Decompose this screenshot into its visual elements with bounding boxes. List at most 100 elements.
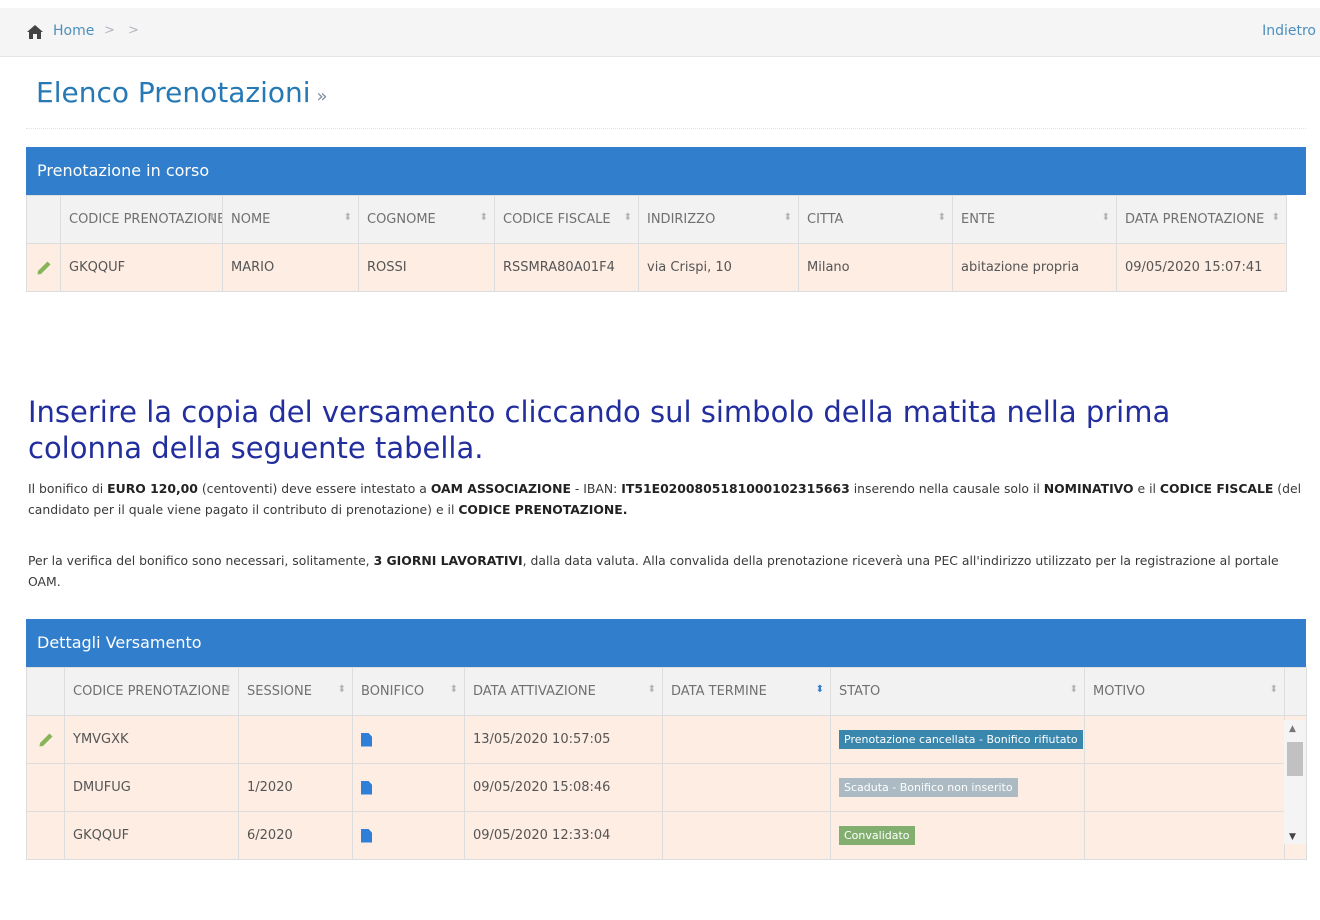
- cell-stato: Convalidato: [830, 811, 1085, 860]
- cell-motivo: [1084, 715, 1285, 764]
- cell-sessione: 6/2020: [238, 811, 353, 860]
- column-header-cognome[interactable]: COGNOME ⬍: [358, 195, 495, 244]
- table-row: GKQQUF 6/2020 09/05/2020 12:33:04 Conval…: [26, 811, 1307, 860]
- column-label: ENTE: [961, 212, 996, 227]
- edit-column-header: [26, 667, 65, 716]
- amount-text: EURO 120,00: [107, 481, 198, 496]
- cell-sessione: [238, 715, 353, 764]
- sort-icon[interactable]: ⬍: [648, 685, 656, 695]
- edit-cell: [26, 811, 65, 860]
- cell-motivo: [1084, 763, 1285, 812]
- text: - IBAN:: [570, 481, 622, 496]
- document-icon[interactable]: [361, 732, 372, 747]
- status-badge: Convalidato: [839, 826, 915, 845]
- cell-indirizzo: via Crispi, 10: [638, 243, 799, 292]
- column-label: INDIRIZZO: [647, 212, 716, 227]
- cell-citta: Milano: [798, 243, 953, 292]
- breadcrumb: Home > > Indietro: [0, 8, 1320, 57]
- table-scrollbar[interactable]: ▲ ▼: [1284, 720, 1306, 844]
- breadcrumb-home-link[interactable]: Home: [53, 23, 94, 39]
- scrollbar-thumb[interactable]: [1287, 742, 1303, 776]
- document-icon[interactable]: [361, 780, 372, 795]
- cell-data-termine: [662, 715, 831, 764]
- column-header-indirizzo[interactable]: INDIRIZZO ⬍: [638, 195, 799, 244]
- sort-icon[interactable]: ⬍: [450, 685, 458, 695]
- text: Per la verifica del bonifico sono necess…: [28, 553, 374, 568]
- table-header-row: CODICE PRENOTAZIONE ⬍ NOME ⬍ COGNOME ⬍ CODI…: [26, 195, 1287, 244]
- instructions-paragraph-2: Per la verifica del bonifico sono necess…: [28, 550, 1308, 592]
- cell-sessione: 1/2020: [238, 763, 353, 812]
- sort-icon[interactable]: ⬍: [1270, 685, 1278, 695]
- table-row: GKQQUF MARIO ROSSI RSSMRA80A01F4 via Cri…: [26, 243, 1287, 292]
- cell-stato: Prenotazione cancellata - Bonifico rifiu…: [830, 715, 1085, 764]
- current-booking-header: Prenotazione in corso: [26, 147, 1306, 195]
- sort-icon[interactable]: ⬍: [784, 213, 792, 223]
- title-chevron-icon: »: [316, 86, 328, 107]
- sort-icon[interactable]: ⬍: [1272, 213, 1280, 223]
- cell-data-attivazione: 13/05/2020 10:57:05: [464, 715, 663, 764]
- sort-icon[interactable]: ⬍: [624, 213, 632, 223]
- text: inserendo nella causale solo il: [849, 481, 1044, 496]
- column-header-ente[interactable]: ENTE ⬍: [952, 195, 1117, 244]
- sort-icon[interactable]: ⬍: [344, 213, 352, 223]
- pencil-icon[interactable]: [36, 260, 52, 276]
- payments-header: Dettagli Versamento: [26, 619, 1306, 667]
- codice-prenotazione-text: CODICE PRENOTAZIONE.: [458, 502, 628, 517]
- column-header-citta[interactable]: CITTA ⬍: [798, 195, 953, 244]
- table-row: YMVGXK 13/05/2020 10:57:05 Prenotazione …: [26, 715, 1307, 764]
- nominativo-text: NOMINATIVO: [1043, 481, 1134, 496]
- cell-ente: abitazione propria: [952, 243, 1117, 292]
- sort-icon[interactable]: ⬍: [938, 213, 946, 223]
- column-header-codice-fiscale[interactable]: CODICE FISCALE ⬍: [494, 195, 639, 244]
- sort-icon[interactable]: ⬍: [224, 685, 232, 695]
- cell-motivo: [1084, 811, 1285, 860]
- column-label: DATA ATTIVAZIONE: [473, 684, 596, 699]
- scroll-up-icon[interactable]: ▲: [1289, 724, 1296, 734]
- column-header-codice[interactable]: CODICE PRENOTAZIONE ⬍: [60, 195, 223, 244]
- column-header-sessione[interactable]: SESSIONE ⬍: [238, 667, 353, 716]
- column-label: NOME: [231, 212, 271, 227]
- column-label: STATO: [839, 684, 881, 699]
- sort-desc-icon[interactable]: ⬍: [816, 685, 824, 695]
- page-title: Elenco Prenotazioni»: [36, 76, 328, 109]
- text: e il: [1133, 481, 1160, 496]
- sort-icon[interactable]: ⬍: [480, 213, 488, 223]
- column-label: DATA PRENOTAZIONE: [1125, 212, 1265, 227]
- column-header-data-termine[interactable]: DATA TERMINE ⬍: [662, 667, 831, 716]
- scroll-down-icon[interactable]: ▼: [1289, 832, 1296, 842]
- codice-fiscale-text: CODICE FISCALE: [1159, 481, 1274, 496]
- column-label: COGNOME: [367, 212, 436, 227]
- edit-column-header: [26, 195, 61, 244]
- column-label: DATA TERMINE: [671, 684, 767, 699]
- title-divider: [26, 128, 1306, 129]
- column-header-data-attivazione[interactable]: DATA ATTIVAZIONE ⬍: [464, 667, 663, 716]
- table-header-row: CODICE PRENOTAZIONE ⬍ SESSIONE ⬍ BONIFICO ⬍…: [26, 667, 1307, 716]
- column-label: MOTIVO: [1093, 684, 1146, 699]
- cell-data-termine: [662, 811, 831, 860]
- instructions-heading: Inserire la copia del versamento cliccan…: [28, 395, 1171, 465]
- cell-data-attivazione: 09/05/2020 12:33:04: [464, 811, 663, 860]
- column-header-stato[interactable]: STATO ⬍: [830, 667, 1085, 716]
- column-header-motivo[interactable]: MOTIVO ⬍: [1084, 667, 1285, 716]
- column-header-codice[interactable]: CODICE PRENOTAZIONE ⬍: [64, 667, 239, 716]
- column-header-data[interactable]: DATA PRENOTAZIONE ⬍: [1116, 195, 1287, 244]
- column-label: BONIFICO: [361, 684, 425, 699]
- back-link[interactable]: Indietro: [1262, 23, 1316, 39]
- cell-codice: DMUFUG: [64, 763, 239, 812]
- column-header-bonifico[interactable]: BONIFICO ⬍: [352, 667, 465, 716]
- pencil-icon[interactable]: [38, 732, 54, 748]
- home-icon[interactable]: [26, 24, 44, 40]
- sort-icon[interactable]: ⬍: [338, 685, 346, 695]
- document-icon[interactable]: [361, 828, 372, 843]
- table-row: DMUFUG 1/2020 09/05/2020 15:08:46 Scadut…: [26, 763, 1307, 812]
- text: (centoventi) deve essere intestato a: [197, 481, 431, 496]
- cell-stato: Scaduta - Bonifico non inserito: [830, 763, 1085, 812]
- sort-icon[interactable]: ⬍: [208, 213, 216, 223]
- breadcrumb-separator: >: [104, 23, 115, 38]
- sort-icon[interactable]: ⬍: [1070, 685, 1078, 695]
- cell-bonifico: [352, 763, 465, 812]
- column-header-nome[interactable]: NOME ⬍: [222, 195, 359, 244]
- payments-table: CODICE PRENOTAZIONE ⬍ SESSIONE ⬍ BONIFICO ⬍…: [26, 667, 1307, 860]
- sort-icon[interactable]: ⬍: [1102, 213, 1110, 223]
- status-badge: Scaduta - Bonifico non inserito: [839, 778, 1018, 797]
